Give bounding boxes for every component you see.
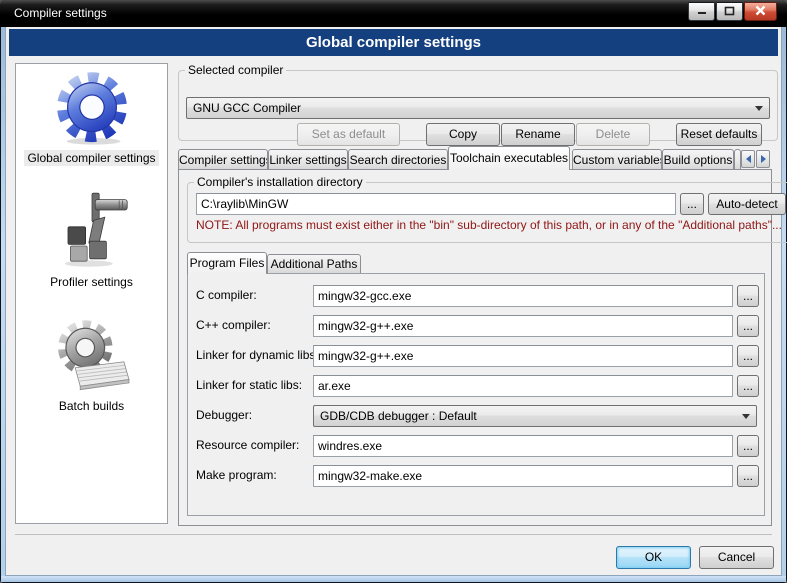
arrow-right-icon	[761, 155, 766, 163]
installation-note: NOTE: All programs must exist either in …	[196, 218, 782, 232]
copy-button[interactable]: Copy	[426, 123, 500, 146]
compiler-select-value: GNU GCC Compiler	[193, 101, 749, 115]
resource-compiler-label: Resource compiler:	[196, 438, 299, 452]
set-as-default-button[interactable]: Set as default	[297, 123, 400, 146]
linker-dynamic-browse-button[interactable]: ...	[737, 345, 759, 367]
page-title: Global compiler settings	[9, 29, 778, 56]
blue-gear-icon[interactable]	[51, 69, 133, 150]
chevron-down-icon	[742, 414, 750, 419]
installation-directory-group: Compiler's installation directory ... Au…	[187, 175, 787, 243]
subtab-program-files[interactable]: Program Files	[187, 252, 267, 274]
footer-separator	[15, 534, 772, 535]
cancel-button[interactable]: Cancel	[699, 546, 774, 569]
chevron-down-icon	[755, 106, 763, 111]
make-program-label: Make program:	[196, 468, 277, 482]
arrow-left-icon	[746, 155, 751, 163]
make-program-input[interactable]	[313, 465, 733, 487]
installation-directory-input[interactable]	[196, 193, 676, 215]
tab-scroll-left-button[interactable]	[741, 150, 755, 168]
delete-button[interactable]: Delete	[576, 123, 650, 146]
linker-static-label: Linker for static libs:	[196, 378, 302, 392]
linker-dynamic-input[interactable]	[313, 345, 733, 367]
cpp-compiler-browse-button[interactable]: ...	[737, 315, 759, 337]
window-controls	[687, 2, 777, 21]
close-button[interactable]	[744, 2, 777, 21]
titlebar[interactable]: Compiler settings	[0, 0, 787, 27]
cpp-compiler-input[interactable]	[313, 315, 733, 337]
tab-toolchain-executables[interactable]: Toolchain executables	[448, 146, 570, 170]
linker-dynamic-label: Linker for dynamic libs:	[196, 348, 319, 362]
tab-compiler-settings[interactable]: Compiler settings	[178, 149, 268, 170]
selected-compiler-group: Selected compiler GNU GCC Compiler Set a…	[178, 63, 778, 141]
c-compiler-browse-button[interactable]: ...	[737, 285, 759, 307]
installation-directory-group-label: Compiler's installation directory	[194, 175, 366, 189]
sidebar-item-batch-builds[interactable]: Batch builds	[56, 398, 127, 414]
window-title: Compiler settings	[14, 6, 107, 20]
sidebar-item-profiler-settings[interactable]: Profiler settings	[47, 274, 136, 290]
program-files-page: C compiler: ... C++ compiler: ... Linker…	[187, 273, 765, 516]
resource-compiler-input[interactable]	[313, 435, 733, 457]
rename-button[interactable]: Rename	[501, 123, 575, 146]
reset-defaults-button[interactable]: Reset defaults	[676, 123, 762, 146]
ok-button[interactable]: OK	[616, 546, 691, 569]
debugger-select[interactable]: GDB/CDB debugger : Default	[313, 405, 757, 427]
subtab-additional-paths[interactable]: Additional Paths	[267, 254, 361, 274]
tab-build-options[interactable]: Build options	[662, 149, 734, 170]
debugger-label: Debugger:	[196, 408, 252, 422]
debugger-select-value: GDB/CDB debugger : Default	[320, 409, 736, 423]
dialog-body: Global compiler settings	[5, 26, 782, 576]
c-compiler-label: C compiler:	[196, 288, 257, 302]
maximize-icon	[724, 5, 735, 19]
window-frame-right	[782, 26, 786, 581]
linker-static-browse-button[interactable]: ...	[737, 375, 759, 397]
minimize-icon	[697, 5, 707, 19]
auto-detect-button[interactable]: Auto-detect	[708, 193, 786, 215]
compiler-select[interactable]: GNU GCC Compiler	[186, 97, 770, 119]
tab-scroll-arrows	[740, 150, 770, 168]
window-frame-bottom	[1, 576, 786, 582]
main-panel: Selected compiler GNU GCC Compiler Set a…	[178, 63, 778, 141]
selected-compiler-group-label: Selected compiler	[185, 63, 286, 77]
tab-custom-variables[interactable]: Custom variables	[572, 149, 662, 170]
cpp-compiler-label: C++ compiler:	[196, 318, 271, 332]
tab-scroll-right-button[interactable]	[756, 150, 770, 168]
maximize-button[interactable]	[716, 2, 743, 21]
tab-linker-settings[interactable]: Linker settings	[268, 149, 348, 170]
c-compiler-input[interactable]	[313, 285, 733, 307]
tab-search-directories[interactable]: Search directories	[348, 149, 448, 170]
settings-tabstrip: Compiler settings Linker settings Search…	[178, 146, 778, 170]
settings-category-list: Global compiler settings	[15, 63, 168, 524]
close-icon	[755, 5, 766, 19]
toolchain-executables-page: Compiler's installation directory ... Au…	[178, 169, 772, 526]
linker-static-input[interactable]	[313, 375, 733, 397]
gear-with-stack-icon[interactable]	[50, 317, 134, 398]
installation-directory-browse-button[interactable]: ...	[680, 193, 704, 215]
sidebar-item-global-compiler-settings[interactable]: Global compiler settings	[24, 150, 158, 166]
caliper-tool-icon[interactable]	[52, 189, 132, 274]
minimize-button[interactable]	[688, 2, 715, 21]
resource-compiler-browse-button[interactable]: ...	[737, 435, 759, 457]
compiler-settings-window: Compiler settings Global compiler settin…	[0, 0, 787, 583]
make-program-browse-button[interactable]: ...	[737, 465, 759, 487]
